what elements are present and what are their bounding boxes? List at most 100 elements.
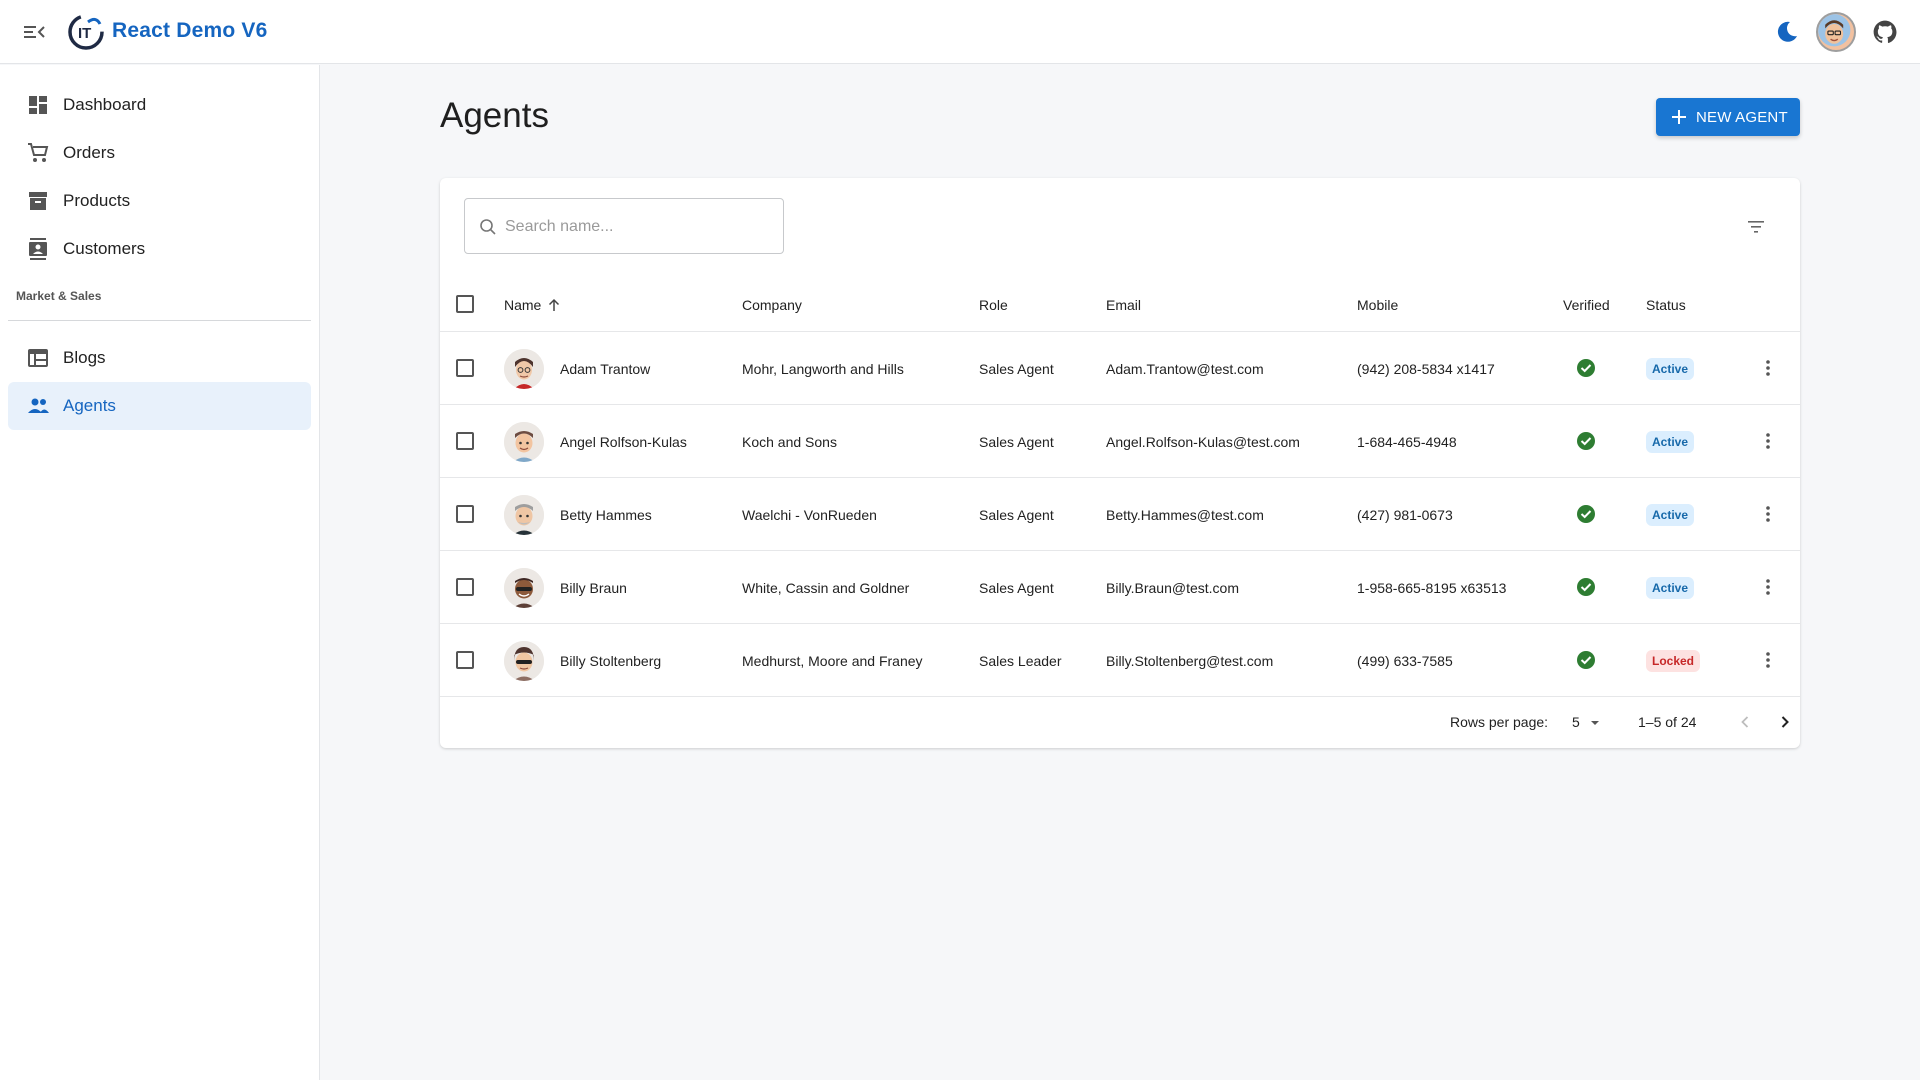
page-title: Agents — [440, 96, 549, 135]
calendar-view-icon — [28, 349, 48, 367]
agent-role: Sales Agent — [979, 507, 1054, 523]
search-field[interactable] — [464, 198, 784, 254]
agent-mobile: 1-958-665-8195 x63513 — [1357, 580, 1507, 596]
logo-icon: IT — [68, 14, 104, 50]
check-circle-icon — [1577, 578, 1595, 596]
new-agent-label: NEW AGENT — [1696, 109, 1788, 126]
sidebar-item-label: Blogs — [63, 348, 106, 367]
more-vert-icon[interactable] — [1758, 504, 1778, 524]
more-vert-icon[interactable] — [1758, 431, 1778, 451]
row-checkbox[interactable] — [456, 651, 474, 669]
column-header-email[interactable]: Email — [1106, 297, 1141, 313]
status-badge: Active — [1646, 504, 1695, 526]
pagination-range: 1–5 of 24 — [1638, 714, 1697, 730]
row-checkbox[interactable] — [456, 578, 474, 596]
table-row[interactable]: Billy Braun White, Cassin and Goldner Sa… — [440, 551, 1800, 624]
new-agent-button[interactable]: NEW AGENT — [1656, 98, 1800, 136]
table-row[interactable]: Billy Stoltenberg Medhurst, Moore and Fr… — [440, 624, 1800, 697]
avatar — [504, 568, 544, 608]
sidebar-item-label: Products — [63, 191, 131, 210]
avatar-face-icon — [504, 349, 544, 389]
table-row[interactable]: Adam Trantow Mohr, Langworth and Hills S… — [440, 332, 1800, 405]
agent-company: Waelchi - VonRueden — [742, 507, 877, 523]
agent-name: Adam Trantow — [560, 361, 651, 377]
status-badge: Active — [1646, 358, 1695, 380]
rows-per-page-select[interactable]: 5 — [1572, 711, 1612, 733]
agent-name: Betty Hammes — [560, 507, 652, 523]
sidebar-item-label: Orders — [63, 143, 115, 162]
table-header-row: Name Company Role Email Mobile Verified … — [440, 278, 1800, 332]
sidebar-item-products[interactable]: Products — [8, 177, 311, 225]
column-header-role[interactable]: Role — [979, 297, 1008, 313]
table-row[interactable]: Angel Rolfson-Kulas Koch and Sons Sales … — [440, 405, 1800, 478]
sidebar-item-label: Dashboard — [63, 95, 147, 114]
arrow-drop-down-icon — [1591, 721, 1599, 725]
select-all-checkbox[interactable] — [456, 295, 474, 313]
chevron-right-icon[interactable] — [1774, 711, 1796, 733]
archive-icon — [29, 192, 47, 210]
agents-table-card: Name Company Role Email Mobile Verified … — [440, 178, 1800, 748]
check-circle-icon — [1577, 505, 1595, 523]
agent-company: Koch and Sons — [742, 434, 837, 450]
column-header-status[interactable]: Status — [1646, 297, 1686, 313]
sidebar-item-agents[interactable]: Agents — [8, 382, 311, 430]
sidebar-divider — [8, 320, 311, 321]
table-row[interactable]: Betty Hammes Waelchi - VonRueden Sales A… — [440, 478, 1800, 551]
section-label-market-sales: Market & Sales — [16, 289, 102, 303]
sidebar-item-label: Agents — [63, 396, 116, 415]
agent-mobile: (942) 208-5834 x1417 — [1357, 361, 1495, 377]
more-vert-icon[interactable] — [1758, 577, 1778, 597]
agent-email: Angel.Rolfson-Kulas@test.com — [1106, 434, 1300, 450]
agent-role: Sales Leader — [979, 653, 1062, 669]
agent-mobile: (427) 981-0673 — [1357, 507, 1453, 523]
agent-role: Sales Agent — [979, 580, 1054, 596]
user-face-icon — [1818, 14, 1851, 47]
sidebar-item-customers[interactable]: Customers — [8, 225, 311, 273]
agent-role: Sales Agent — [979, 434, 1054, 450]
avatar — [504, 349, 544, 389]
user-avatar[interactable] — [1816, 12, 1856, 52]
agent-company: Medhurst, Moore and Franey — [742, 653, 923, 669]
agent-company: White, Cassin and Goldner — [742, 580, 910, 596]
agent-mobile: 1-684-465-4948 — [1357, 434, 1457, 450]
check-circle-icon — [1577, 359, 1595, 377]
app-header: IT React Demo V6 — [0, 0, 1920, 64]
chevron-left-icon[interactable] — [1734, 711, 1756, 733]
cart-icon — [28, 143, 49, 162]
agent-name: Billy Stoltenberg — [560, 653, 662, 669]
column-header-company[interactable]: Company — [742, 297, 802, 313]
column-header-name[interactable]: Name — [504, 297, 541, 313]
rows-per-page-value: 5 — [1572, 714, 1580, 730]
agent-mobile: (499) 633-7585 — [1357, 653, 1453, 669]
search-icon — [480, 219, 496, 235]
menu-open-icon[interactable] — [22, 20, 48, 44]
column-header-verified[interactable]: Verified — [1563, 297, 1610, 313]
filter-list-icon[interactable] — [1745, 216, 1767, 238]
check-circle-icon — [1577, 432, 1595, 450]
more-vert-icon[interactable] — [1758, 650, 1778, 670]
avatar-face-icon — [504, 422, 544, 462]
row-checkbox[interactable] — [456, 432, 474, 450]
svg-text:IT: IT — [78, 25, 91, 42]
status-badge: Locked — [1646, 650, 1701, 672]
sidebar-item-dashboard[interactable]: Dashboard — [8, 81, 311, 129]
sidebar-item-blogs[interactable]: Blogs — [8, 334, 311, 382]
dashboard-icon — [29, 96, 47, 114]
sort-ascending-icon[interactable] — [546, 297, 562, 313]
app-title[interactable]: React Demo V6 — [112, 19, 268, 43]
row-checkbox[interactable] — [456, 359, 474, 377]
agent-email: Betty.Hammes@test.com — [1106, 507, 1264, 523]
search-input[interactable] — [505, 215, 765, 239]
agent-name: Angel Rolfson-Kulas — [560, 434, 687, 450]
avatar-face-icon — [504, 641, 544, 681]
agent-role: Sales Agent — [979, 361, 1054, 377]
agent-email: Adam.Trantow@test.com — [1106, 361, 1264, 377]
sidebar-item-orders[interactable]: Orders — [8, 129, 311, 177]
more-vert-icon[interactable] — [1758, 358, 1778, 378]
avatar-face-icon — [504, 495, 544, 535]
github-icon[interactable] — [1872, 19, 1898, 45]
row-checkbox[interactable] — [456, 505, 474, 523]
avatar-face-icon — [504, 568, 544, 608]
moon-icon[interactable] — [1774, 19, 1800, 45]
column-header-mobile[interactable]: Mobile — [1357, 297, 1398, 313]
